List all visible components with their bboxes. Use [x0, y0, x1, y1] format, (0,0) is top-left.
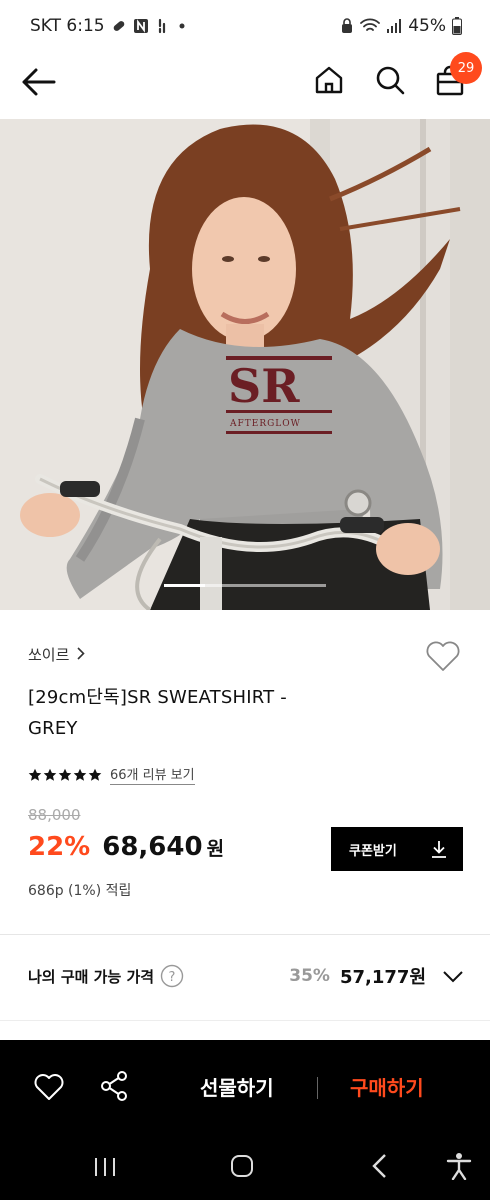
- review-link[interactable]: 66개 리뷰 보기: [110, 764, 195, 785]
- signal-icon: [386, 18, 402, 34]
- download-icon: [431, 840, 447, 858]
- currency-won: 원: [206, 838, 225, 860]
- pill-icon: [111, 18, 127, 34]
- my-discount-rate: 35%: [289, 966, 330, 986]
- coupon-label: 쿠폰받기: [349, 843, 397, 859]
- my-price-amount: 57,177: [339, 967, 410, 988]
- share-icon[interactable]: [99, 1070, 129, 1102]
- n-icon: [133, 18, 149, 34]
- sweatshirt-logo-text: SR: [228, 359, 300, 413]
- price-row: 22% 68,640 원: [28, 832, 224, 862]
- my-price-label: 나의 구매 가능 가격: [28, 967, 155, 986]
- product-image[interactable]: SR AFTERGLOW: [0, 119, 490, 610]
- my-price-currency: 원: [409, 967, 426, 988]
- home-icon[interactable]: [313, 64, 345, 96]
- reward-points: 686p (1%) 적립: [28, 883, 132, 899]
- help-mark: ?: [169, 970, 176, 985]
- buy-button[interactable]: 구매하기: [350, 1072, 424, 1101]
- chevron-right-icon: [77, 646, 86, 664]
- my-best-price-row[interactable]: 나의 구매 가능 가격 ? 35% 57,177원: [28, 956, 464, 996]
- dot-icon: [177, 21, 187, 31]
- original-price: 88,000: [28, 806, 81, 824]
- top-nav-bar: 29: [0, 52, 490, 118]
- recent-apps-icon[interactable]: [92, 1156, 118, 1178]
- search-icon[interactable]: [374, 64, 406, 96]
- brand-link[interactable]: 쏘이르: [28, 644, 86, 665]
- separator: [317, 1077, 318, 1099]
- chevron-down-icon[interactable]: [442, 969, 464, 983]
- battery-icon: [452, 17, 462, 35]
- heart-icon[interactable]: [33, 1072, 65, 1102]
- walk-icon: [155, 18, 171, 34]
- help-icon[interactable]: ?: [160, 964, 184, 988]
- product-title: [29cm단독]SR SWEATSHIRT - GREY: [28, 682, 368, 744]
- coupon-button[interactable]: 쿠폰받기: [331, 827, 463, 871]
- status-bar: SKT 6:15 45%: [0, 0, 490, 52]
- my-price-value: 57,177원: [340, 963, 426, 989]
- carousel-progress: [164, 584, 205, 587]
- wifi-icon: [360, 18, 381, 34]
- bottom-action-bar: 선물하기 구매하기: [0, 1040, 490, 1200]
- product-title-line2: GREY: [28, 718, 78, 739]
- divider: [0, 934, 490, 935]
- star-icon: [28, 768, 42, 781]
- product-title-line1: [29cm단독]SR SWEATSHIRT -: [28, 687, 287, 708]
- sale-price: 68,640: [102, 832, 203, 862]
- star-icon: [58, 768, 72, 781]
- lock-icon: [340, 18, 354, 34]
- back-nav-icon[interactable]: [370, 1153, 390, 1179]
- discount-rate: 22%: [28, 832, 91, 862]
- sweatshirt-logo-subtext: AFTERGLOW: [229, 419, 301, 429]
- star-icon: [73, 768, 87, 781]
- brand-name: 쏘이르: [28, 646, 70, 664]
- accessibility-icon[interactable]: [446, 1152, 472, 1181]
- battery-percent: 45%: [408, 16, 446, 36]
- wishlist-heart-icon[interactable]: [424, 638, 462, 674]
- star-icon: [88, 768, 102, 781]
- divider: [0, 1020, 490, 1021]
- back-arrow-icon[interactable]: [20, 66, 58, 98]
- rating: 66개 리뷰 보기: [28, 764, 195, 785]
- star-icon: [43, 768, 57, 781]
- carrier-time: SKT 6:15: [30, 16, 105, 36]
- gift-button[interactable]: 선물하기: [200, 1072, 274, 1101]
- cart-count-badge: 29: [450, 52, 482, 84]
- rating-stars: [28, 768, 102, 782]
- home-nav-icon[interactable]: [230, 1154, 254, 1178]
